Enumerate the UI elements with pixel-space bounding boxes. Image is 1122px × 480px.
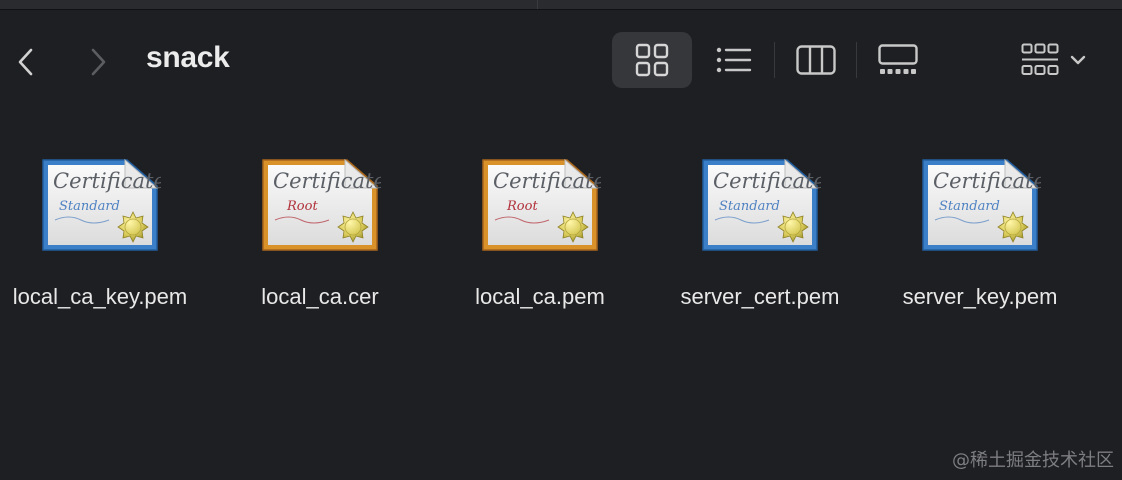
chevron-down-icon [1070, 55, 1086, 65]
file-item[interactable]: Certificate Standard local_ca_key.pem [0, 140, 210, 320]
list-view-button[interactable] [704, 32, 764, 88]
file-item[interactable]: Certificate Root local_ca.cer [210, 140, 430, 320]
top-strip-divider [537, 0, 538, 9]
watermark: @稀土掘金技术社区 [952, 450, 1114, 471]
toolbar: snack [0, 10, 1122, 110]
file-item[interactable]: Certificate Standard server_cert.pem [650, 140, 870, 320]
certificate-subtitle: Standard [59, 199, 120, 214]
file-item[interactable]: Certificate Standard server_key.pem [870, 140, 1090, 320]
certificate-subtitle: Root [506, 199, 538, 214]
file-item[interactable]: Certificate Root local_ca.pem [430, 140, 650, 320]
certificate-icon: Certificate Root [262, 158, 381, 251]
window-top-strip [0, 0, 1122, 10]
chevron-right-icon [91, 48, 106, 76]
certificate-icon: Certificate Standard [42, 158, 161, 251]
group-grid-icon [1021, 43, 1059, 75]
certificate-icon: Certificate Standard [702, 158, 821, 251]
grid-icon [635, 43, 669, 77]
certificate-heading: Certificate [53, 169, 161, 193]
certificate-icon: Certificate Standard [922, 158, 1041, 251]
certificate-subtitle: Standard [719, 199, 780, 214]
certificate-heading: Certificate [713, 169, 821, 193]
chevron-left-icon [18, 48, 33, 76]
columns-icon [796, 45, 836, 75]
back-button[interactable] [12, 48, 40, 76]
certificate-heading: Certificate [273, 169, 381, 193]
icon-view-button[interactable] [612, 32, 692, 88]
view-separator [856, 42, 857, 78]
list-icon [716, 47, 752, 73]
group-by-button[interactable] [1012, 32, 1096, 88]
certificate-subtitle: Root [286, 199, 318, 214]
forward-button[interactable] [84, 48, 112, 76]
view-separator [774, 42, 775, 78]
window-title: snack [146, 41, 230, 74]
gallery-icon [878, 44, 918, 74]
column-view-button[interactable] [786, 32, 846, 88]
certificate-subtitle: Standard [939, 199, 1000, 214]
certificate-icon: Certificate Root [482, 158, 601, 251]
gallery-view-button[interactable] [868, 32, 928, 88]
certificate-heading: Certificate [493, 169, 601, 193]
file-name: server_key.pem [902, 284, 1058, 309]
certificate-heading: Certificate [933, 169, 1041, 193]
